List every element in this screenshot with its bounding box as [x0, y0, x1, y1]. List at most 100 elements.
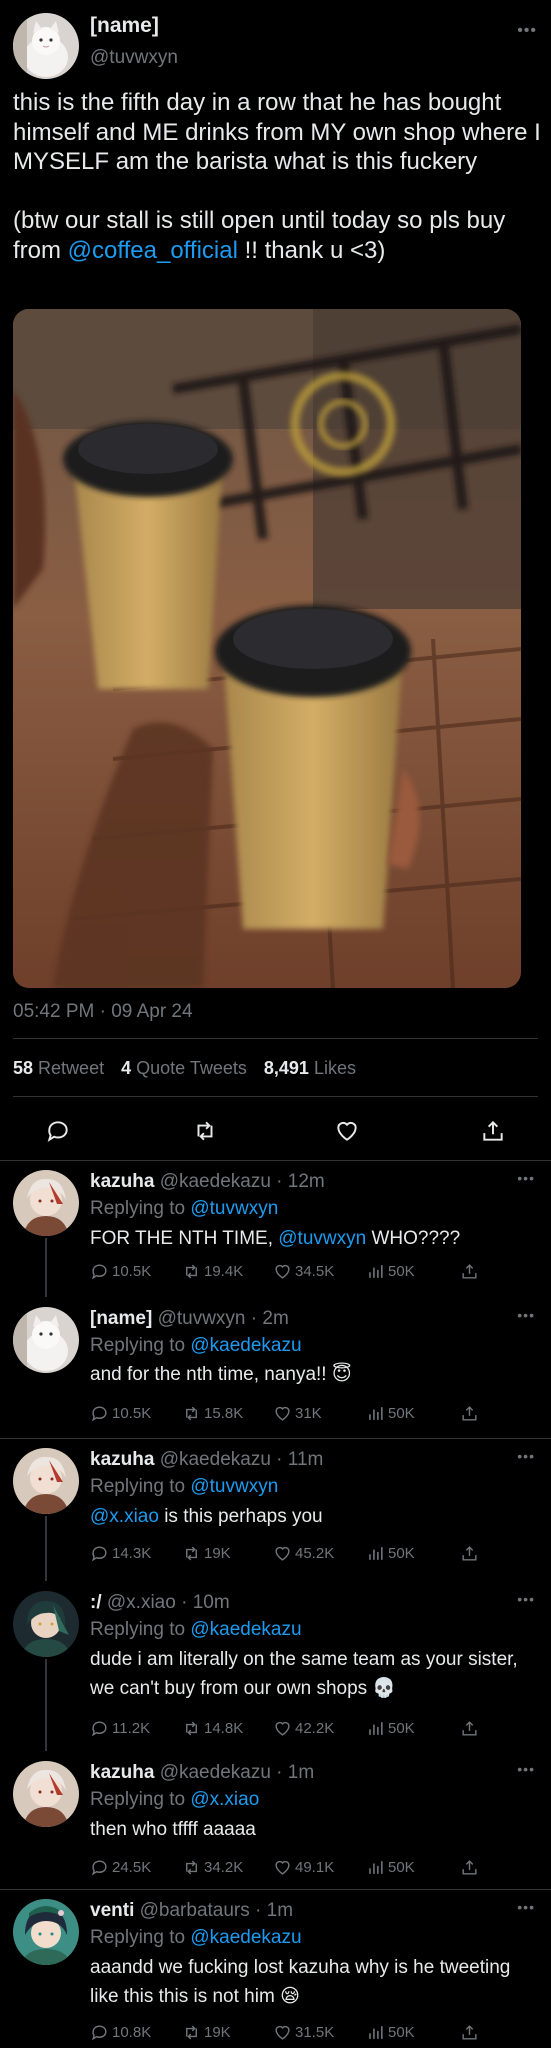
reply-count[interactable]: 10.5K: [90, 1404, 151, 1423]
reply-author-handle[interactable]: @kaedekazu: [160, 1762, 271, 1783]
reply-count[interactable]: 11.2K: [90, 1719, 150, 1738]
view-count[interactable]: 50K: [366, 1262, 415, 1281]
reply-time[interactable]: 2m: [262, 1308, 288, 1329]
mention-link[interactable]: @x.xiao: [90, 1506, 159, 1527]
mention-link[interactable]: @coffea_official: [68, 237, 238, 264]
more-dots-icon[interactable]: •••: [517, 1591, 535, 1607]
reply-icon: [91, 2025, 107, 2041]
retweet-count[interactable]: 34.2K: [182, 1858, 243, 1877]
reply-count[interactable]: 14.3K: [90, 1544, 151, 1563]
replying-to-link[interactable]: @kaedekazu: [190, 1927, 301, 1948]
replying-to-link[interactable]: @kaedekazu: [190, 1619, 301, 1640]
share-icon[interactable]: [460, 1262, 479, 1281]
replying-to: Replying to @kaedekazu: [90, 1927, 302, 1948]
retweet-count[interactable]: 14.8K: [182, 1719, 243, 1738]
reply-time[interactable]: 11m: [288, 1449, 324, 1470]
retweet-count[interactable]: 19K: [182, 1544, 231, 1563]
like-count[interactable]: 34.5K: [273, 1262, 334, 1281]
retweet-count[interactable]: 19.4K: [182, 1262, 243, 1281]
heart-icon[interactable]: [334, 1118, 360, 1144]
replying-to-link[interactable]: @tuvwxyn: [190, 1476, 278, 1497]
avatar-main-user[interactable]: [13, 13, 79, 79]
share-icon[interactable]: [460, 1719, 479, 1738]
reply-time[interactable]: 1m: [288, 1762, 314, 1783]
reply-author-name[interactable]: kazuha: [90, 1762, 154, 1783]
reply-tweet[interactable]: :/ @x.xiao · 10m ••• Replying to @kaedek…: [0, 1581, 551, 1751]
main-display-name[interactable]: [name]: [90, 14, 159, 38]
reply-icon[interactable]: [45, 1118, 71, 1144]
avatar-kazuha[interactable]: [13, 1448, 79, 1514]
like-count[interactable]: 42.2K: [273, 1719, 334, 1738]
replying-to-link[interactable]: @x.xiao: [190, 1789, 259, 1810]
mention-link[interactable]: @tuvwxyn: [278, 1228, 366, 1249]
share-icon[interactable]: [480, 1118, 506, 1144]
reply-author-name[interactable]: kazuha: [90, 1171, 154, 1192]
retweet-stat[interactable]: 58 Retweet: [13, 1058, 104, 1078]
reply-author-handle[interactable]: @kaedekazu: [160, 1171, 271, 1192]
reply-time[interactable]: 10m: [193, 1592, 230, 1613]
likes-stat[interactable]: 8,491 Likes: [264, 1058, 356, 1078]
tweet-photo[interactable]: [13, 309, 521, 988]
reply-author-handle[interactable]: @kaedekazu: [160, 1449, 271, 1470]
reply-author-name[interactable]: :/: [90, 1592, 102, 1613]
replying-to: Replying to @tuvwxyn: [90, 1198, 279, 1219]
reply-count[interactable]: 24.5K: [90, 1858, 151, 1877]
like-count[interactable]: 45.2K: [273, 1544, 334, 1563]
view-count[interactable]: 50K: [366, 2023, 415, 2042]
reply-count[interactable]: 10.5K: [90, 1262, 151, 1281]
reply-tweet[interactable]: [name] @tuvwxyn · 2m ••• Replying to @ka…: [0, 1297, 551, 1438]
tweet-timestamp[interactable]: 05:42 PM · 09 Apr 24: [13, 1001, 193, 1023]
view-count[interactable]: 50K: [366, 1858, 415, 1877]
reply-icon: [91, 1264, 107, 1280]
reply-tweet[interactable]: kazuha @kaedekazu · 1m ••• Replying to @…: [0, 1751, 551, 1889]
replying-to-link[interactable]: @kaedekazu: [190, 1335, 301, 1356]
view-count[interactable]: 50K: [366, 1404, 415, 1423]
quote-stat[interactable]: 4 Quote Tweets: [121, 1058, 247, 1078]
reply-tweet[interactable]: kazuha @kaedekazu · 11m ••• Replying to …: [0, 1438, 551, 1581]
avatar-kazuha[interactable]: [13, 1170, 79, 1236]
reply-icon: [91, 1721, 107, 1737]
share-icon[interactable]: [460, 1544, 479, 1563]
avatar-venti[interactable]: [13, 1899, 79, 1965]
replying-to-link[interactable]: @tuvwxyn: [190, 1198, 278, 1219]
more-dots-icon[interactable]: •••: [517, 1899, 535, 1915]
reply-author-handle[interactable]: @x.xiao: [107, 1592, 176, 1613]
view-count[interactable]: 50K: [366, 1544, 415, 1563]
like-count[interactable]: 49.1K: [273, 1858, 334, 1877]
reply-metrics: 10.5K 19.4K 34.5K 50K: [90, 1262, 530, 1286]
retweet-count[interactable]: 19K: [182, 2023, 231, 2042]
divider: [13, 1038, 538, 1039]
avatar-kazuha[interactable]: [13, 1761, 79, 1827]
share-icon[interactable]: [460, 2023, 479, 2042]
reply-count[interactable]: 10.8K: [90, 2023, 151, 2042]
tweet-text-tail: !! thank u <3): [237, 236, 386, 264]
share-icon[interactable]: [460, 1858, 479, 1877]
share-icon[interactable]: [460, 1404, 479, 1423]
main-handle[interactable]: @tuvwxyn: [90, 47, 178, 69]
more-dots-icon[interactable]: •••: [517, 22, 537, 40]
reply-author-name[interactable]: venti: [90, 1900, 134, 1921]
avatar-main-user[interactable]: [13, 1307, 79, 1373]
avatar-xiao[interactable]: [13, 1591, 79, 1657]
like-count[interactable]: 31K: [273, 1404, 322, 1423]
reply-author-name[interactable]: [name]: [90, 1308, 152, 1329]
retweet-count[interactable]: 15.8K: [182, 1404, 243, 1423]
reply-author-handle[interactable]: @tuvwxyn: [158, 1308, 246, 1329]
views-icon: [369, 1722, 383, 1735]
divider: [13, 1096, 538, 1097]
reply-time[interactable]: 1m: [267, 1900, 293, 1921]
reply-author-handle[interactable]: @barbataurs: [140, 1900, 250, 1921]
heart-icon: [275, 1264, 290, 1279]
retweet-icon[interactable]: [192, 1118, 218, 1144]
like-count[interactable]: 31.5K: [273, 2023, 334, 2042]
more-dots-icon[interactable]: •••: [517, 1761, 535, 1777]
reply-tweet[interactable]: kazuha @kaedekazu · 12m ••• Replying to …: [0, 1160, 551, 1297]
heart-icon: [275, 1721, 290, 1736]
more-dots-icon[interactable]: •••: [517, 1307, 535, 1323]
reply-time[interactable]: 12m: [288, 1171, 325, 1192]
reply-author-name[interactable]: kazuha: [90, 1449, 154, 1470]
view-count[interactable]: 50K: [366, 1719, 415, 1738]
reply-tweet[interactable]: venti @barbataurs · 1m ••• Replying to @…: [0, 1889, 551, 2048]
more-dots-icon[interactable]: •••: [517, 1448, 535, 1464]
more-dots-icon[interactable]: •••: [517, 1170, 535, 1186]
